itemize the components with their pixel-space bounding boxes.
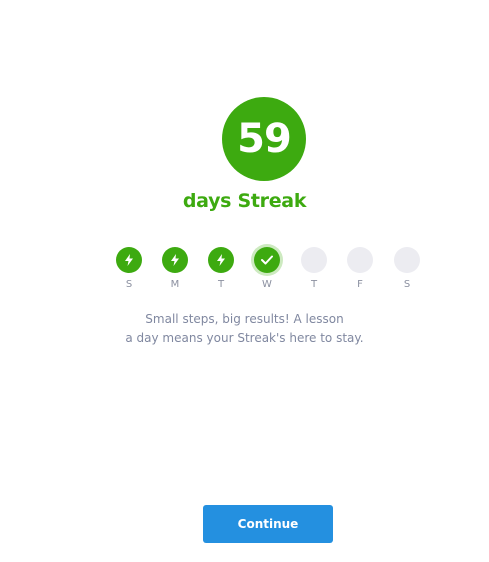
day-status-dot	[208, 247, 234, 273]
streak-message: Small steps, big results! A lesson a day…	[0, 310, 489, 348]
day-letter: S	[125, 279, 133, 290]
lightning-icon	[171, 254, 179, 266]
day-tuesday: T	[201, 247, 241, 290]
lightning-icon	[125, 254, 133, 266]
streak-label: days Streak	[182, 190, 307, 212]
day-status-dot	[116, 247, 142, 273]
day-letter: S	[403, 279, 411, 290]
day-saturday: S	[387, 247, 427, 290]
day-letter: F	[357, 279, 363, 290]
day-friday: F	[340, 247, 380, 290]
day-letter: W	[262, 279, 272, 290]
streak-count-badge: 59	[222, 97, 306, 181]
day-thursday: T	[294, 247, 334, 290]
day-status-dot	[254, 247, 280, 273]
day-status-dot	[394, 247, 420, 273]
streak-count: 59	[237, 116, 292, 162]
streak-message-line: Small steps, big results! A lesson	[145, 312, 344, 326]
day-wednesday: W	[247, 247, 287, 290]
continue-button[interactable]: Continue	[203, 505, 333, 543]
day-status-dot	[301, 247, 327, 273]
lightning-icon	[217, 254, 225, 266]
day-sunday: S	[109, 247, 149, 290]
day-letter: T	[310, 279, 318, 290]
day-letter: T	[217, 279, 225, 290]
day-status-dot	[162, 247, 188, 273]
checkmark-icon	[261, 255, 273, 265]
streak-message-line: a day means your Streak's here to stay.	[125, 331, 364, 345]
day-letter: M	[170, 279, 180, 290]
day-status-dot	[347, 247, 373, 273]
day-monday: M	[155, 247, 195, 290]
